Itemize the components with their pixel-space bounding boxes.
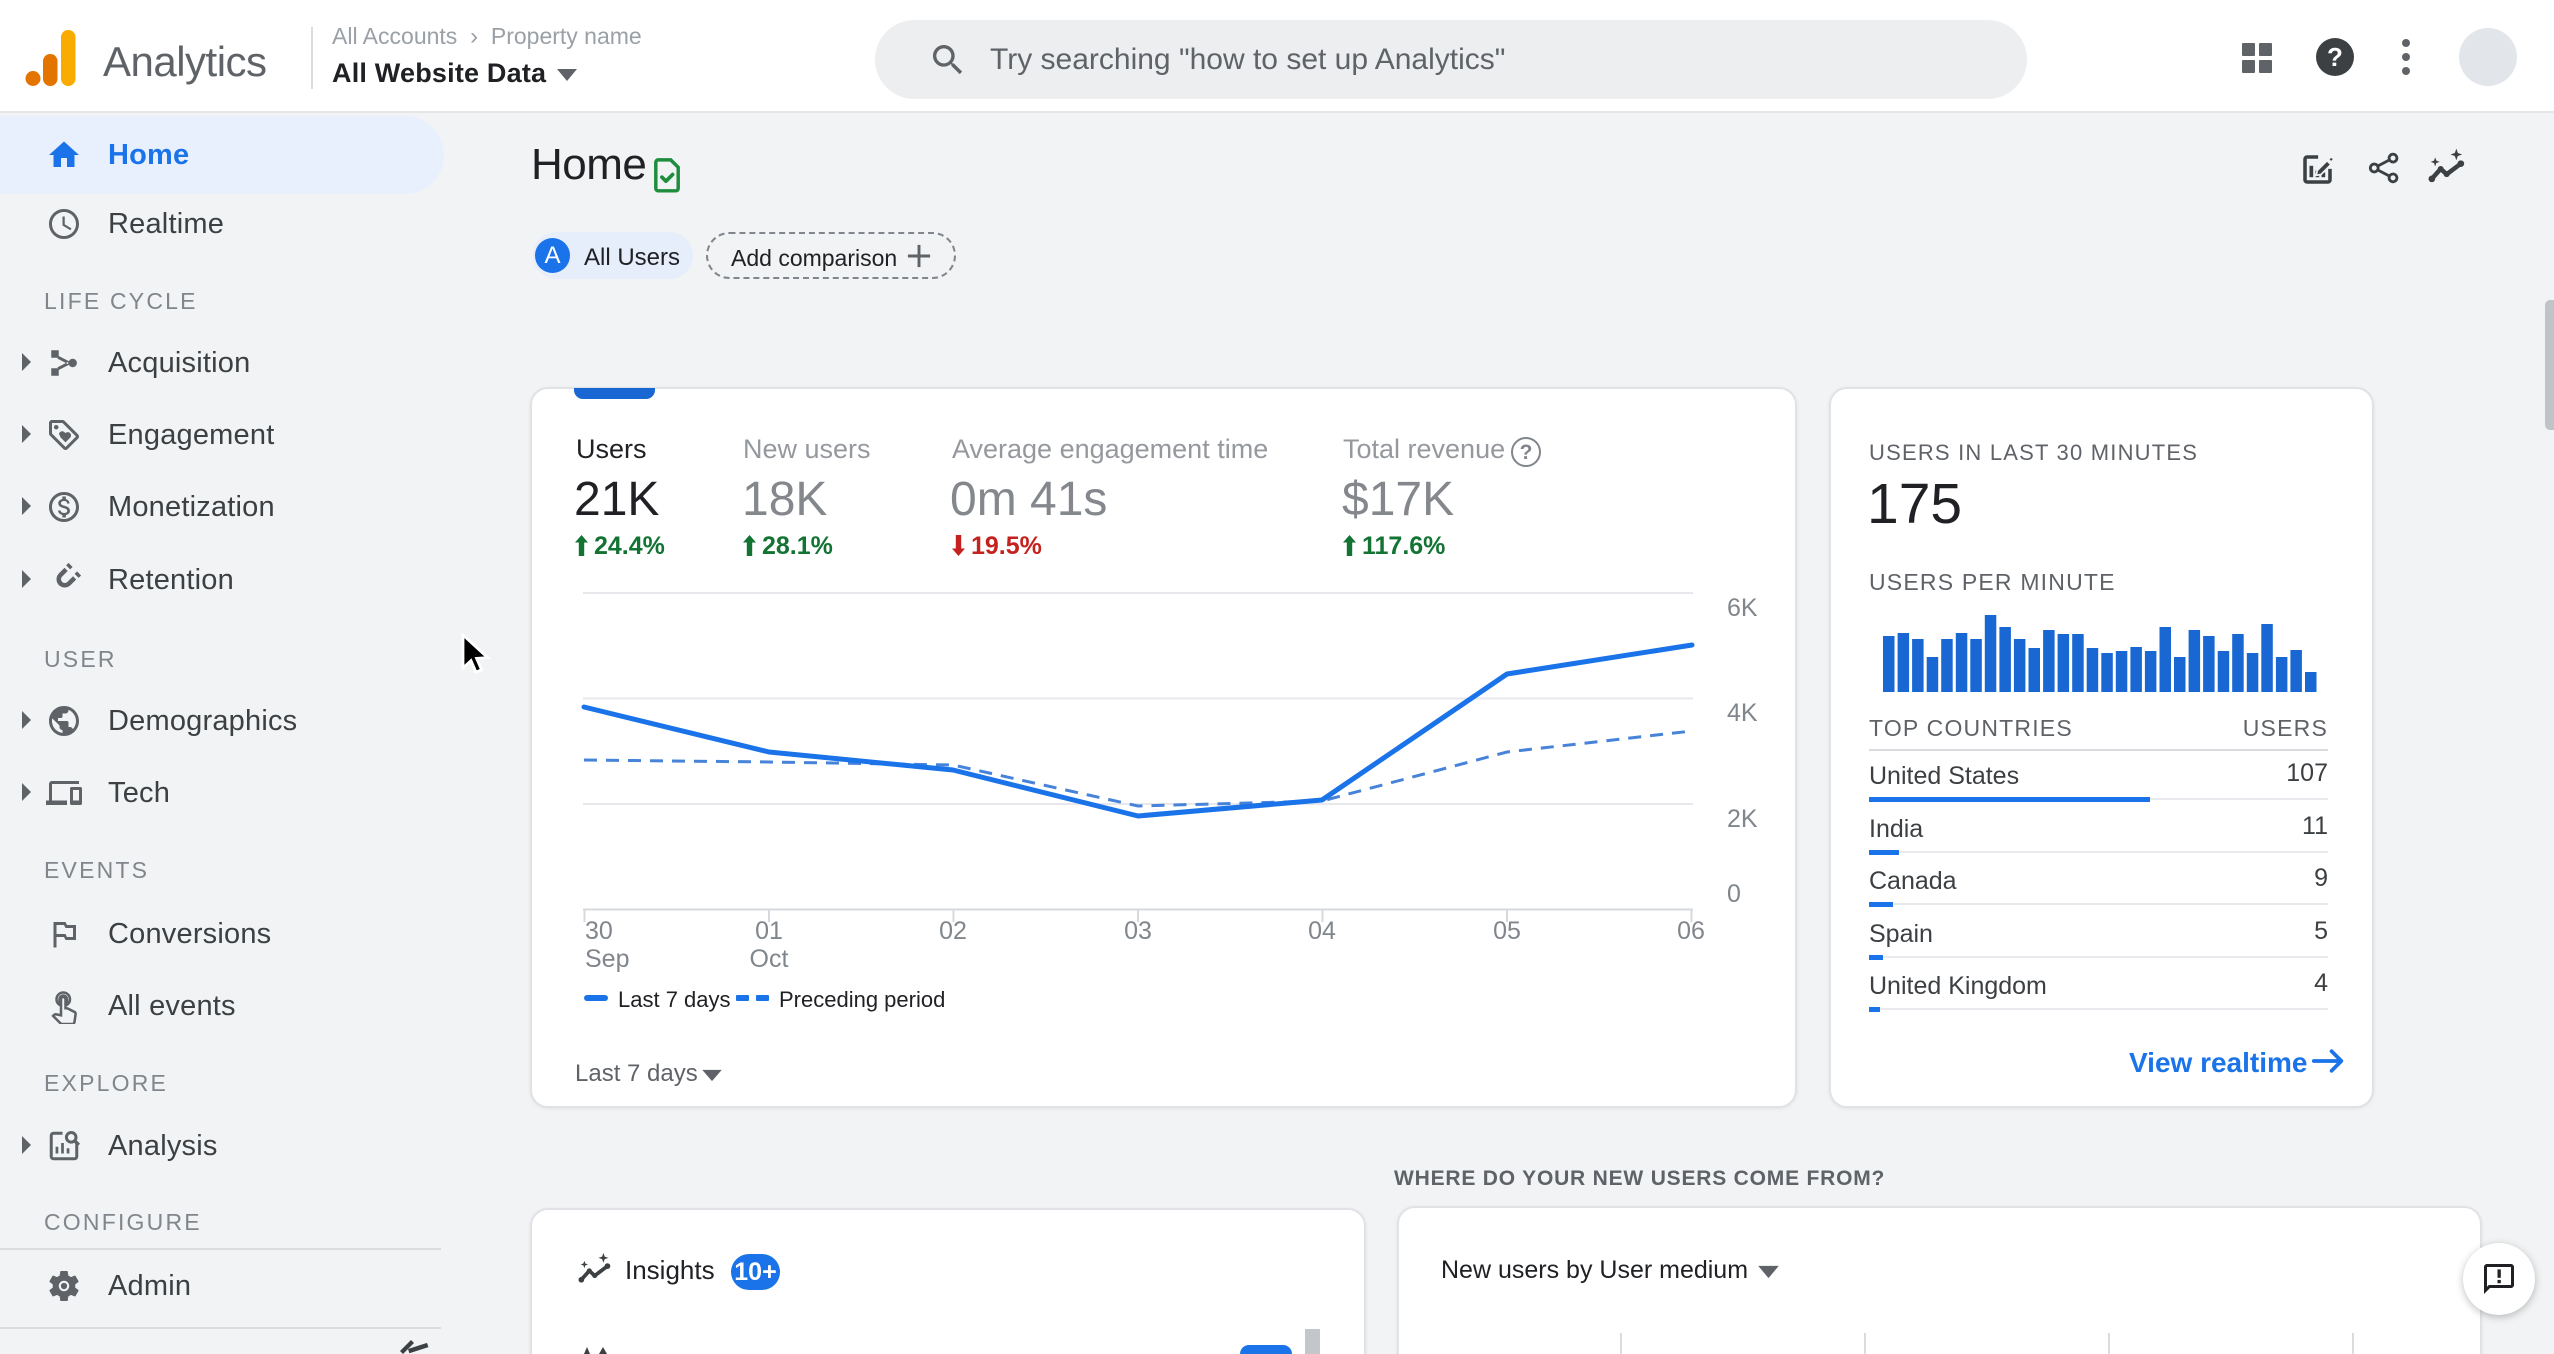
- svg-text:01: 01: [755, 917, 783, 945]
- svg-text:Sep: Sep: [585, 945, 629, 973]
- svg-text:2K: 2K: [1727, 805, 1758, 833]
- svg-text:06: 06: [1677, 917, 1705, 945]
- svg-text:0: 0: [1727, 880, 1741, 908]
- svg-text:05: 05: [1493, 917, 1521, 945]
- svg-text:Oct: Oct: [750, 945, 789, 973]
- svg-text:4K: 4K: [1727, 699, 1758, 727]
- svg-text:03: 03: [1124, 917, 1152, 945]
- svg-text:04: 04: [1308, 917, 1336, 945]
- svg-text:02: 02: [939, 917, 967, 945]
- svg-text:6K: 6K: [1727, 594, 1758, 622]
- svg-text:30: 30: [585, 917, 613, 945]
